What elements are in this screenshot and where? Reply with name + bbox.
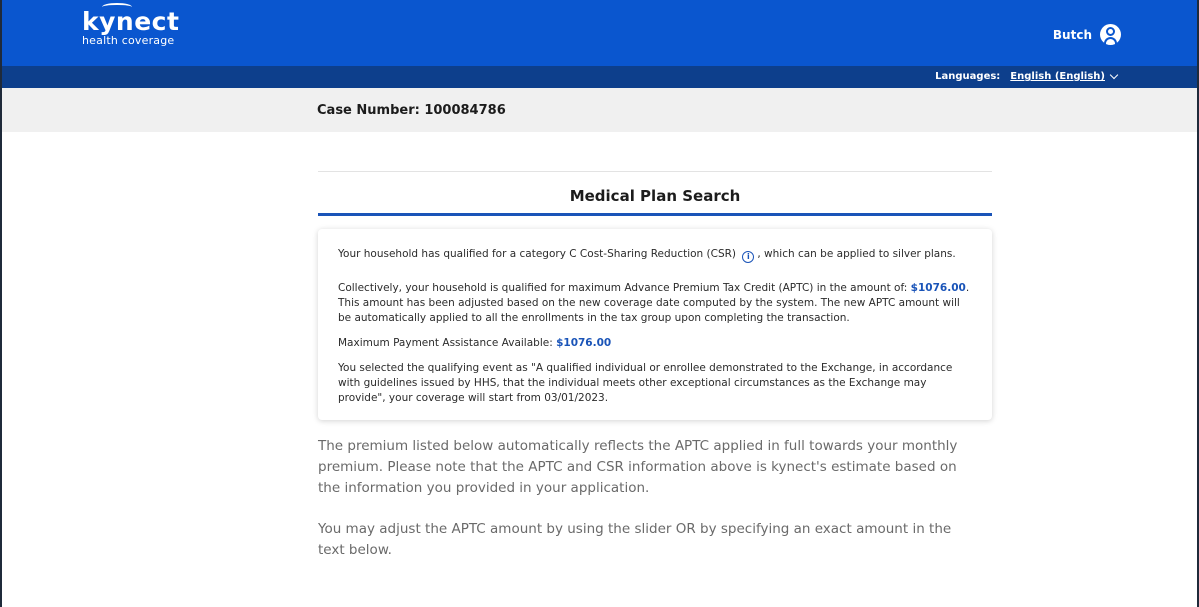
csr-notice: Your household has qualified for a categ…	[338, 248, 956, 263]
chevron-down-icon[interactable]	[1109, 70, 1119, 80]
kynect-logo[interactable]: kynect health coverage	[82, 3, 179, 47]
logo-wordmark: kynect	[82, 3, 179, 34]
qualifying-event-notice: You selected the qualifying event as "A …	[338, 362, 953, 404]
user-avatar-icon[interactable]	[1100, 24, 1121, 45]
aptc-notice: Collectively, your household is qualifie…	[338, 282, 970, 324]
section-header: Medical Plan Search	[318, 171, 992, 216]
info-icon[interactable]: i	[742, 251, 755, 263]
user-name[interactable]: Butch	[1053, 28, 1092, 42]
main-content: Medical Plan Search Your household has q…	[318, 171, 992, 561]
aptc-adjust-note: You may adjust the APTC amount by using …	[318, 521, 952, 558]
eligibility-info-card: Your household has qualified for a categ…	[318, 229, 992, 420]
max-payment-amount: $1076.00	[556, 337, 612, 349]
languages-label: Languages:	[935, 71, 1001, 82]
site-header: kynect health coverage Butch	[2, 0, 1197, 66]
user-menu[interactable]: Butch	[1053, 24, 1121, 45]
case-number: Case Number: 100084786	[317, 103, 506, 118]
language-bar: Languages: English (English)	[2, 66, 1197, 88]
logo-tagline: health coverage	[82, 34, 175, 47]
logo-arc-icon	[102, 3, 132, 11]
page-title: Medical Plan Search	[569, 187, 741, 205]
case-number-bar: Case Number: 100084786	[2, 88, 1197, 132]
language-selector[interactable]: English (English)	[1010, 71, 1105, 82]
max-payment-assistance: Maximum Payment Assistance Available: $1…	[338, 337, 612, 349]
aptc-amount: $1076.00	[910, 282, 966, 294]
premium-note: The premium listed below automatically r…	[318, 438, 958, 496]
